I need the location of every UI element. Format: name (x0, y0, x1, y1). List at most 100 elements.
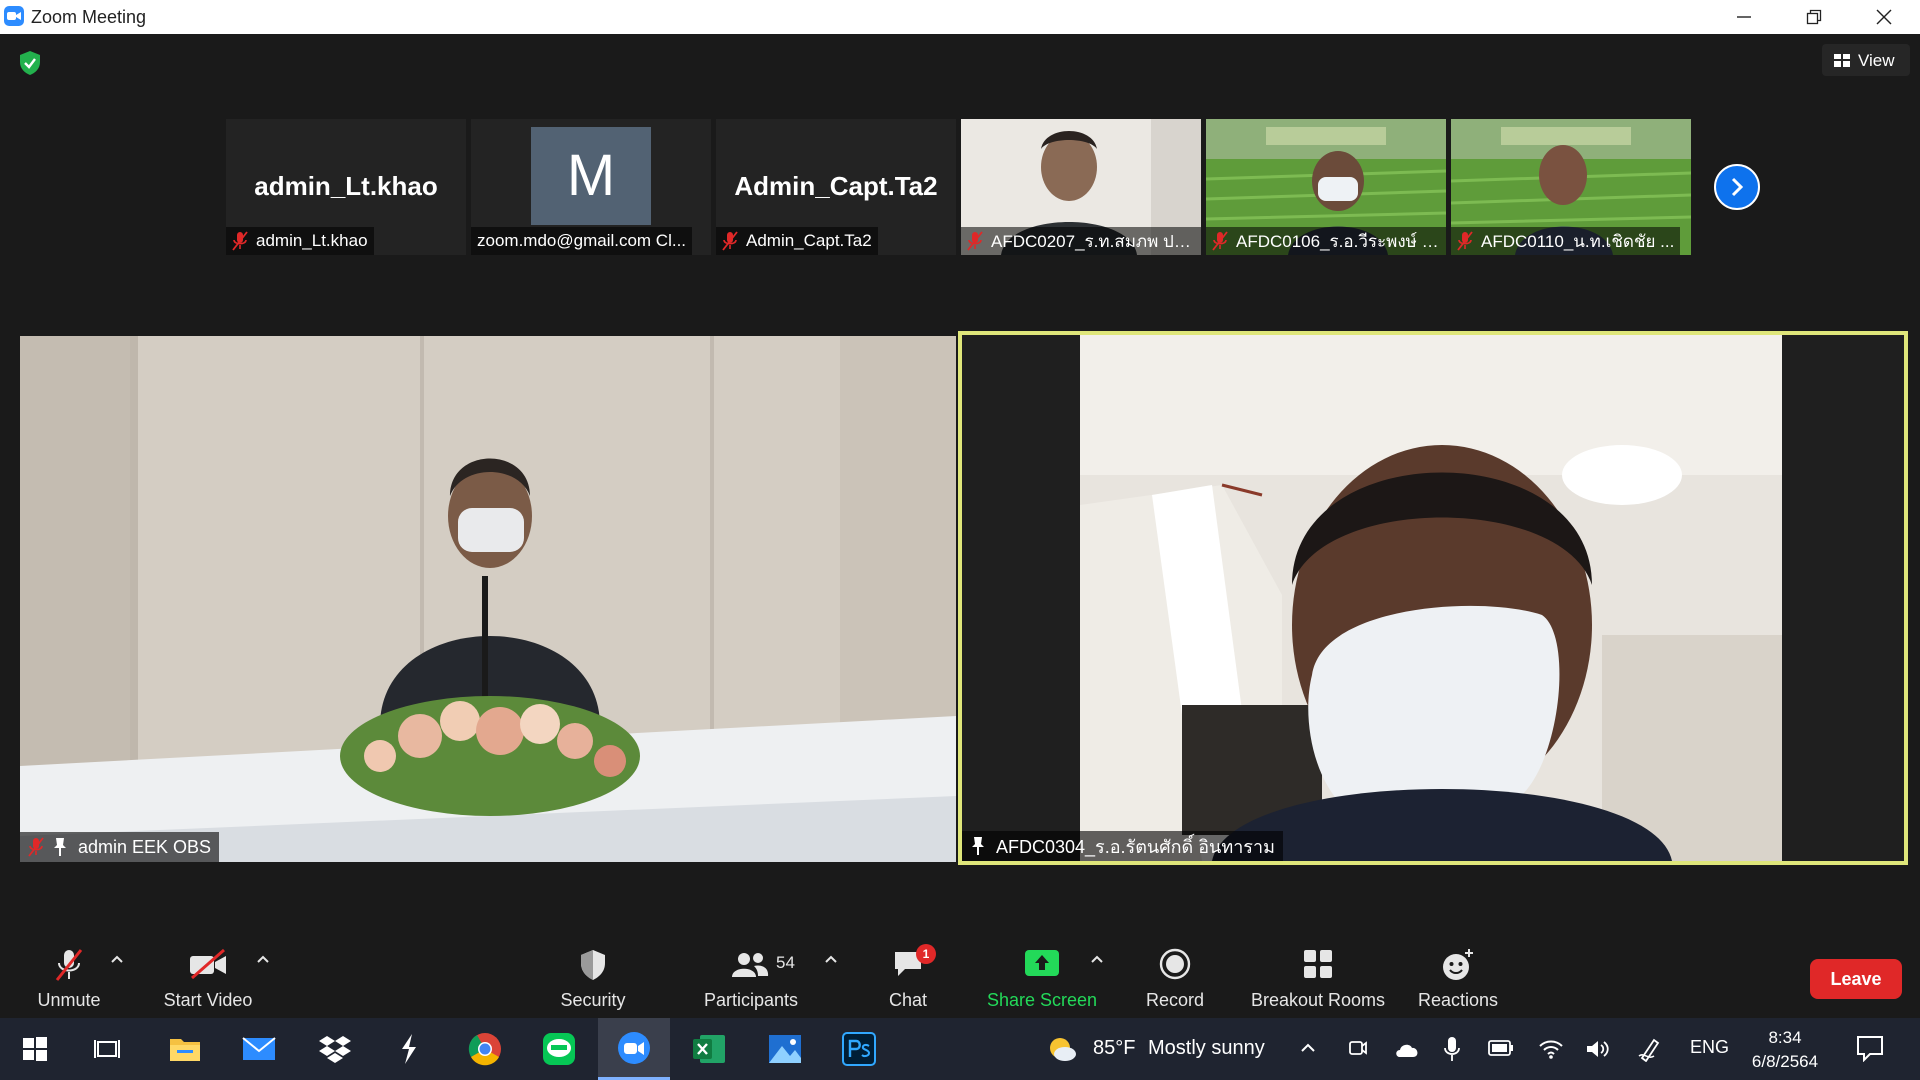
video-options-chevron-up-icon[interactable] (256, 954, 270, 964)
clock-time: 8:34 (1768, 1028, 1802, 1047)
taskbar-clock[interactable]: 8:34 6/8/2564 (1740, 1026, 1830, 1074)
volume-speaker-icon[interactable] (1585, 1038, 1611, 1060)
participant-thumbnail[interactable]: Admin_Capt.Ta2 Admin_Capt.Ta2 (716, 119, 956, 255)
excel-taskbar-icon[interactable] (684, 1018, 734, 1080)
muted-mic-icon (232, 231, 248, 251)
participant-name-tag: AFDC0304_ร.อ.รัตนศักดิ์ อินทาราม (962, 831, 1283, 861)
zoom-icon (618, 1031, 650, 1064)
share-options-chevron-up-icon[interactable] (1090, 954, 1104, 964)
zoom-app-icon (4, 6, 24, 26)
pin-icon (972, 837, 984, 855)
show-hidden-icons-chevron-up-icon[interactable] (1300, 1043, 1316, 1053)
participant-name-tag: AFDC0207_ร.ท.สมภพ ปร... (961, 227, 1201, 255)
security-shield-icon (581, 950, 605, 980)
participant-display-name: Admin_Capt.Ta2 (734, 171, 938, 201)
participant-display-name: admin_Lt.khao (254, 171, 438, 201)
task-view-button[interactable] (84, 1018, 130, 1080)
reactions-smiley-icon (1443, 949, 1473, 980)
muted-mic-icon (1457, 231, 1473, 251)
record-icon (1159, 948, 1191, 980)
encryption-shield-icon[interactable] (18, 50, 42, 81)
reactions-button[interactable]: Reactions (1412, 940, 1504, 1018)
pin-icon (54, 838, 66, 856)
participant-thumbnail[interactable]: AFDC0110_น.ท.เชิดชัย ... (1451, 119, 1691, 255)
photoshop-icon (842, 1032, 876, 1066)
chat-unread-badge: 1 (916, 944, 936, 964)
restore-button[interactable] (1784, 0, 1844, 34)
start-button[interactable] (12, 1018, 58, 1080)
folder-icon (170, 1039, 200, 1061)
muted-mic-icon (28, 837, 44, 857)
security-button[interactable]: Security (548, 940, 638, 1018)
meeting-controls-toolbar: Unmute Start Video Security 54 Participa… (0, 940, 1920, 1018)
participant-name-tag: admin_Lt.khao (226, 227, 374, 255)
meet-now-icon[interactable] (1348, 1038, 1368, 1060)
app-taskbar-icon[interactable] (384, 1018, 434, 1080)
window-title: Zoom Meeting (31, 7, 147, 27)
muted-microphone-icon (55, 949, 83, 981)
notifications-action-center-icon[interactable] (1856, 1034, 1884, 1062)
view-label: View (1858, 51, 1895, 70)
mail-taskbar-icon[interactable] (234, 1018, 284, 1080)
excel-icon (693, 1035, 725, 1063)
participants-count: 54 (776, 953, 795, 972)
zoom-taskbar-icon-active[interactable] (598, 1018, 670, 1080)
line-taskbar-icon[interactable] (534, 1018, 584, 1080)
minimize-button[interactable] (1714, 0, 1774, 34)
participant-thumbnail[interactable]: M zoom.mdo@gmail.com Cl... (471, 119, 711, 255)
record-button[interactable]: Record (1136, 940, 1214, 1018)
chrome-taskbar-icon[interactable] (460, 1018, 510, 1080)
task-view-icon (94, 1040, 120, 1058)
participant-name-tag: AFDC0106_ร.อ.วีระพงษ์ จิ... (1206, 227, 1446, 255)
audio-options-chevron-up-icon[interactable] (110, 954, 124, 964)
participants-icon (732, 953, 769, 977)
participant-name-tag: Admin_Capt.Ta2 (716, 227, 878, 255)
weather-description[interactable]: Mostly sunny (1148, 1037, 1265, 1060)
pen-ink-workspace-icon[interactable] (1638, 1036, 1662, 1062)
dropbox-taskbar-icon[interactable] (310, 1018, 360, 1080)
participant-name-tag: zoom.mdo@gmail.com Cl... (471, 227, 693, 255)
chrome-icon (468, 1033, 501, 1066)
leave-meeting-button[interactable]: Leave (1810, 959, 1902, 999)
weather-temperature[interactable]: 85°F (1093, 1037, 1135, 1060)
file-explorer-taskbar-icon[interactable] (160, 1018, 210, 1080)
participant-avatar: M (531, 127, 651, 225)
lightning-app-icon (402, 1034, 416, 1064)
participant-name-tag: AFDC0110_น.ท.เชิดชัย ... (1451, 227, 1681, 255)
onedrive-cloud-icon[interactable] (1394, 1040, 1420, 1058)
chat-button[interactable]: 1 Chat (868, 940, 948, 1018)
wifi-icon[interactable] (1538, 1036, 1564, 1060)
close-icon (1876, 9, 1892, 25)
windows-taskbar: 85°F Mostly sunny ENG 8:34 6/8/2564 (0, 1018, 1920, 1080)
unmute-button[interactable]: Unmute (24, 940, 114, 1018)
photos-taskbar-icon[interactable] (760, 1018, 810, 1080)
participant-thumbnail[interactable]: AFDC0207_ร.ท.สมภพ ปร... (961, 119, 1201, 255)
breakout-rooms-icon (1304, 950, 1332, 978)
close-window-button[interactable] (1854, 0, 1914, 34)
view-button[interactable]: View (1822, 44, 1910, 76)
battery-icon[interactable] (1488, 1040, 1514, 1056)
share-screen-icon (1025, 950, 1059, 976)
photos-icon (769, 1035, 801, 1063)
next-page-button[interactable] (1714, 164, 1760, 210)
microphone-in-use-icon[interactable] (1444, 1036, 1460, 1062)
clock-date: 6/8/2564 (1751, 1052, 1819, 1071)
muted-mic-icon (1212, 231, 1228, 251)
participant-thumbnail[interactable]: AFDC0106_ร.อ.วีระพงษ์ จิ... (1206, 119, 1446, 255)
photoshop-taskbar-icon[interactable] (834, 1018, 884, 1080)
main-video-tile-left[interactable]: admin EEK OBS (20, 336, 956, 862)
main-video-tile-right-active-speaker[interactable]: AFDC0304_ร.อ.รัตนศักดิ์ อินทาราม (958, 331, 1908, 865)
weather-partly-sunny-icon[interactable] (1047, 1035, 1077, 1063)
participants-options-chevron-up-icon[interactable] (824, 954, 838, 964)
breakout-rooms-button[interactable]: Breakout Rooms (1244, 940, 1392, 1018)
participant-thumbnail[interactable]: admin_Lt.khao admin_Lt.khao (226, 119, 466, 255)
chevron-right-icon (1731, 177, 1744, 197)
participants-button[interactable]: 54 Participants (690, 940, 812, 1018)
grid-view-icon (1834, 54, 1850, 67)
participant-video (20, 336, 956, 862)
muted-mic-icon (967, 231, 983, 251)
input-language-indicator[interactable]: ENG (1690, 1037, 1729, 1058)
participant-name-tag: admin EEK OBS (20, 832, 220, 862)
share-screen-button[interactable]: Share Screen (980, 940, 1104, 1018)
start-video-button[interactable]: Start Video (150, 940, 266, 1018)
